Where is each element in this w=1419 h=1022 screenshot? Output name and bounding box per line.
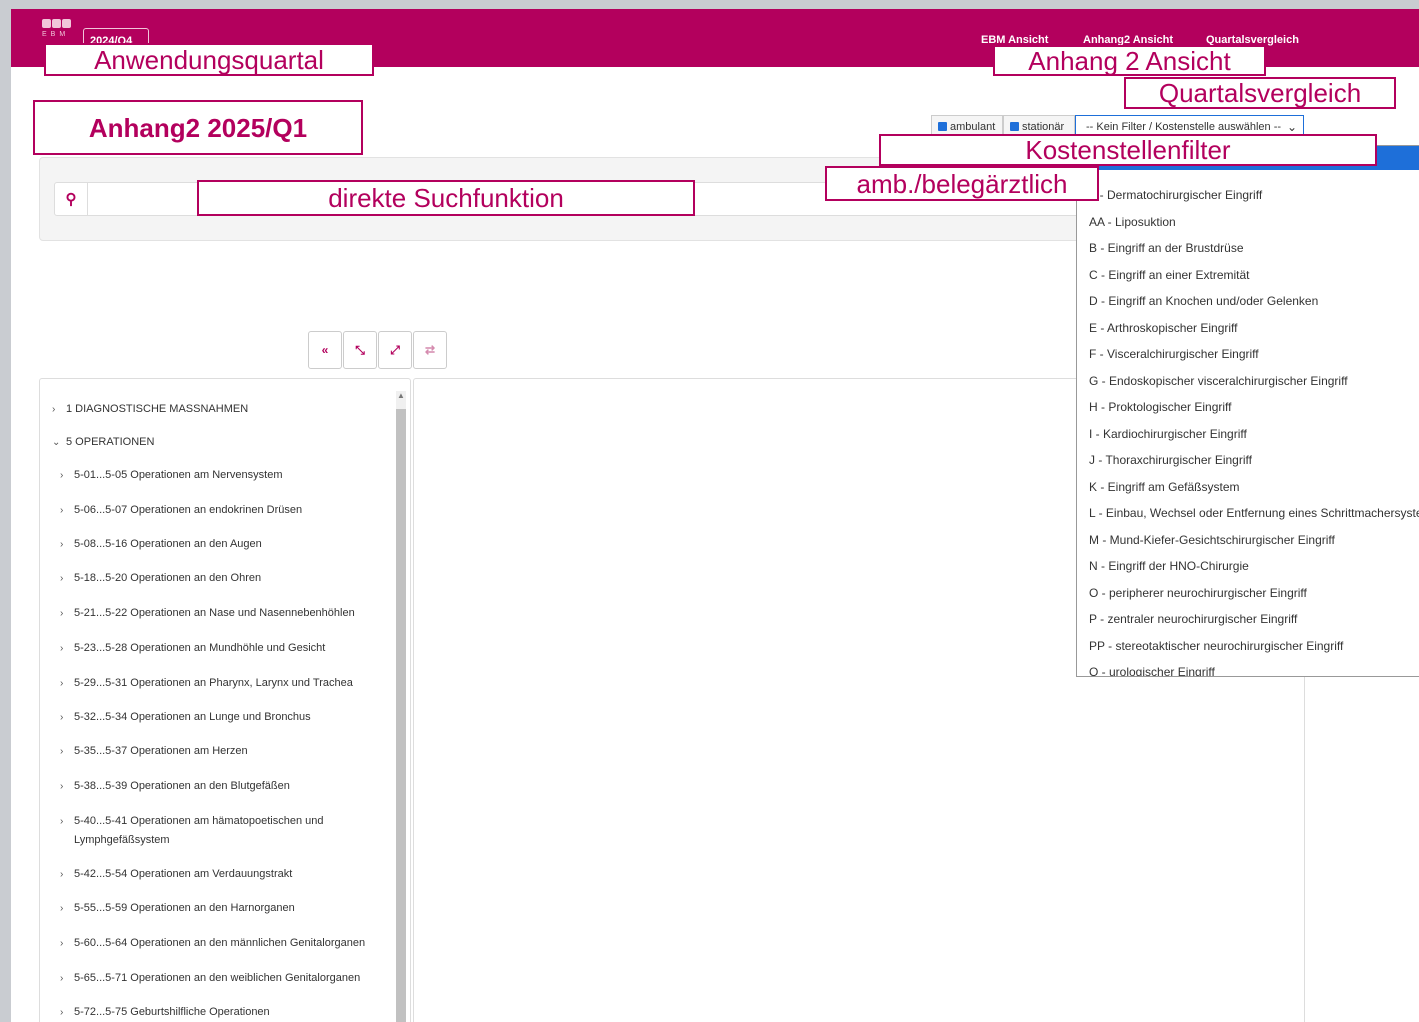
chevron-right-icon: › (60, 903, 64, 914)
chevron-right-icon: › (60, 573, 64, 584)
chevron-right-icon: › (60, 816, 64, 827)
chevron-right-icon: › (60, 781, 64, 792)
dropdown-option[interactable]: M - Mund-Kiefer-Gesichtschirurgischer Ei… (1089, 533, 1335, 547)
dropdown-option[interactable]: PP - stereotaktischer neurochirurgischer… (1089, 639, 1343, 653)
annotation-anhang2-ansicht: Anhang 2 Ansicht (993, 45, 1266, 76)
dropdown-option[interactable]: C - Eingriff an einer Extremität (1089, 268, 1250, 282)
dropdown-option[interactable]: G - Endoskopischer visceralchirurgischer… (1089, 374, 1348, 388)
dropdown-option[interactable]: B - Eingriff an der Brustdrüse (1089, 241, 1244, 255)
dropdown-option[interactable]: J - Thoraxchirurgischer Eingriff (1089, 453, 1252, 467)
tree-item[interactable]: › 5-08...5-16 Operationen an den Augen (60, 535, 262, 554)
chevron-right-icon: › (60, 746, 64, 757)
tree-item[interactable]: › 5-06...5-07 Operationen an endokrinen D… (60, 501, 302, 520)
annotation-quartalsvergleich: Quartalsvergleich (1124, 77, 1396, 109)
compress-icon: ⤡ (355, 342, 365, 357)
checkbox-checked-icon (1010, 122, 1019, 131)
chevron-right-icon: › (60, 1007, 64, 1018)
checkbox-checked-icon (938, 122, 947, 131)
expand-button[interactable]: ⤢ (378, 331, 412, 369)
tree-item[interactable]: › 5-40...5-41 Operationen am hämatopoetis… (60, 812, 324, 831)
dropdown-option[interactable]: E - Arthroskopischer Eingriff (1089, 321, 1238, 335)
tree-item[interactable]: › 5-32...5-34 Operationen an Lunge und Br… (60, 708, 311, 727)
tree-item-continuation: Lymphgefäßsystem (74, 834, 170, 846)
chevron-right-icon: › (60, 505, 64, 516)
dropdown-option[interactable]: AA - Liposuktion (1089, 215, 1176, 229)
chevron-right-icon: › (60, 470, 64, 481)
dropdown-option[interactable]: F - Visceralchirurgischer Eingriff (1089, 347, 1259, 361)
annotation-anwendungsquartal: Anwendungsquartal (44, 43, 374, 76)
app-window: EBM 2024/Q4 EBM Ansicht Anhang2 Ansicht … (11, 9, 1419, 1022)
tree-item[interactable]: › 5-23...5-28 Operationen an Mundhöhle un… (60, 639, 325, 658)
chapter-tree: › 1 DIAGNOSTISCHE MASSNAHMEN ⌄ 5 OPERATION… (39, 378, 411, 1022)
chevron-right-icon: › (60, 539, 64, 550)
chevron-right-icon: › (60, 973, 64, 984)
tree-item[interactable]: › 5-18...5-20 Operationen an den Ohren (60, 569, 261, 588)
dropdown-option[interactable]: I - Kardiochirurgischer Eingriff (1089, 427, 1247, 441)
tree-item[interactable]: › 5-42...5-54 Operationen am Verdauungstr… (60, 865, 292, 884)
collapse-all-button[interactable]: « (308, 331, 342, 369)
kostenstelle-dropdown-list: A - Dermatochirurgischer Eingriff AA - L… (1076, 145, 1419, 677)
tree-item[interactable]: › 5-60...5-64 Operationen an den männlich… (60, 934, 365, 953)
dropdown-option[interactable]: Q - urologischer Eingriff (1089, 665, 1215, 676)
chevron-right-icon: › (60, 678, 64, 689)
tree-item[interactable]: › 5-65...5-71 Operationen an den weiblich… (60, 969, 360, 988)
search-icon[interactable]: ⚲ (55, 183, 88, 215)
chevron-right-icon: › (60, 938, 64, 949)
tree-item[interactable]: › 5-55...5-59 Operationen an den Harnorga… (60, 899, 295, 918)
dropdown-option[interactable]: A - Dermatochirurgischer Eingriff (1089, 188, 1262, 202)
tree-scrollbar[interactable]: ▲ (396, 391, 406, 1022)
tree-item[interactable]: › 5-72...5-75 Geburtshilfliche Operatione… (60, 1003, 270, 1022)
tree-item[interactable]: › 5-01...5-05 Operationen am Nervensystem (60, 466, 283, 485)
dropdown-option[interactable]: D - Eingriff an Knochen und/oder Gelenke… (1089, 294, 1318, 308)
annotation-amb-belegaerztlich: amb./belegärztlich (825, 166, 1099, 201)
chevron-down-icon: ⌄ (52, 437, 61, 448)
shrink-button[interactable]: ⤡ (343, 331, 377, 369)
double-chevron-left-icon: « (321, 343, 329, 357)
scrollbar-thumb[interactable] (396, 409, 406, 1022)
dropdown-option[interactable]: O - peripherer neurochirurgischer Eingri… (1089, 586, 1307, 600)
tree-item[interactable]: › 1 DIAGNOSTISCHE MASSNAHMEN (52, 400, 248, 419)
dropdown-option[interactable]: P - zentraler neurochirurgischer Eingrif… (1089, 612, 1297, 626)
swap-icon: ⇄ (424, 343, 436, 357)
tree-item[interactable]: › 5-21...5-22 Operationen an Nase und Nas… (60, 604, 355, 623)
chevron-down-icon: ⌄ (1286, 120, 1297, 134)
annotation-kostenstellenfilter: Kostenstellenfilter (879, 134, 1377, 166)
tree-item[interactable]: ⌄ 5 OPERATIONEN (52, 433, 154, 452)
swap-button[interactable]: ⇄ (413, 331, 447, 369)
page-title: Anhang2 2025/Q1 (33, 100, 363, 155)
chevron-right-icon: › (52, 404, 56, 415)
expand-icon: ⤢ (390, 342, 400, 357)
chevron-right-icon: › (60, 608, 64, 619)
dropdown-option[interactable]: L - Einbau, Wechsel oder Entfernung eine… (1089, 506, 1419, 520)
annotation-suchfunktion: direkte Suchfunktion (197, 180, 695, 216)
tree-item[interactable]: › 5-29...5-31 Operationen an Pharynx, Lar… (60, 674, 353, 693)
dropdown-option[interactable]: H - Proktologischer Eingriff (1089, 400, 1232, 414)
chevron-right-icon: › (60, 869, 64, 880)
dropdown-option[interactable]: K - Eingriff am Gefäßsystem (1089, 480, 1240, 494)
tree-item[interactable]: › 5-38...5-39 Operationen an den Blutgefä… (60, 777, 290, 796)
chevron-right-icon: › (60, 712, 64, 723)
tree-item[interactable]: › 5-35...5-37 Operationen am Herzen (60, 742, 248, 761)
dropdown-option[interactable]: N - Eingriff der HNO-Chirurgie (1089, 559, 1249, 573)
chevron-right-icon: › (60, 643, 64, 654)
scroll-up-arrow-icon[interactable]: ▲ (397, 391, 405, 400)
